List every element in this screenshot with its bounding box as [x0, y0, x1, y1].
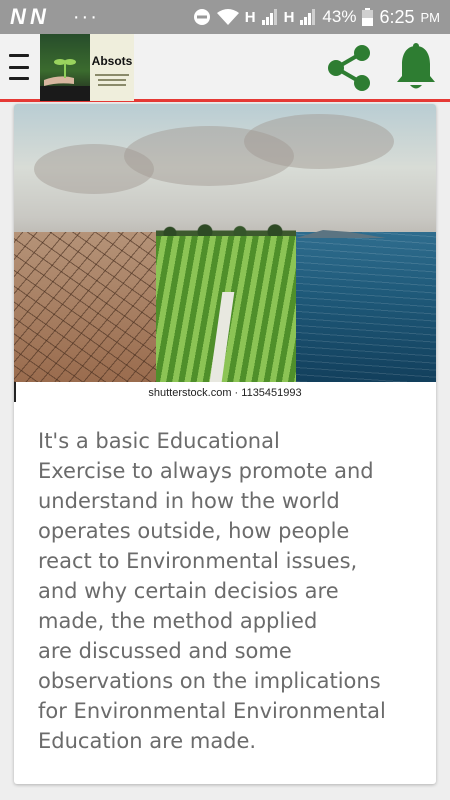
- article-card: shutterstock.com · 1135451993 It's a bas…: [14, 104, 436, 784]
- environment-photo: [14, 104, 436, 382]
- photo-tree-line: [156, 222, 296, 236]
- notification-icons: N N: [10, 4, 46, 29]
- photo-green-field: [156, 232, 296, 382]
- bell-icon[interactable]: [394, 42, 438, 94]
- network-type-1: H: [244, 8, 256, 26]
- dnd-icon: [193, 9, 210, 25]
- share-icon[interactable]: [324, 42, 374, 94]
- clock-time: 6:25: [379, 6, 415, 27]
- battery-icon: [362, 8, 374, 26]
- network-type-2: H: [283, 8, 295, 26]
- battery-percent: 43%: [322, 7, 357, 26]
- status-left: N N ···: [10, 4, 99, 30]
- status-bar: N N ··· H H 43% 6:25 PM: [0, 0, 450, 34]
- logo-text-panel: Absots: [90, 34, 134, 101]
- seedling-icon: [40, 59, 90, 101]
- clock-ampm: PM: [420, 9, 441, 25]
- signal-icon: [300, 9, 316, 25]
- article-body: It's a basic Educational Exercise to alw…: [38, 429, 386, 753]
- menu-icon[interactable]: [9, 54, 29, 80]
- wifi-icon: [216, 9, 239, 25]
- logo-subtitle-line: [98, 84, 126, 86]
- logo-title: Absots: [91, 54, 133, 68]
- more-notifications-icon: ···: [72, 5, 99, 28]
- image-caption: shutterstock.com · 1135451993: [148, 387, 302, 399]
- status-right: H H 43% 6:25 PM: [193, 7, 440, 28]
- photo-dry-land: [14, 232, 156, 382]
- logo-subtitle-line: [98, 79, 126, 81]
- photo-sea: [296, 232, 436, 382]
- app-logo[interactable]: Absots: [40, 34, 134, 101]
- signal-icon: [261, 9, 277, 25]
- app-bar: Absots: [0, 34, 450, 102]
- logo-subtitle-line: [95, 74, 129, 76]
- logo-plant-image: [40, 34, 90, 101]
